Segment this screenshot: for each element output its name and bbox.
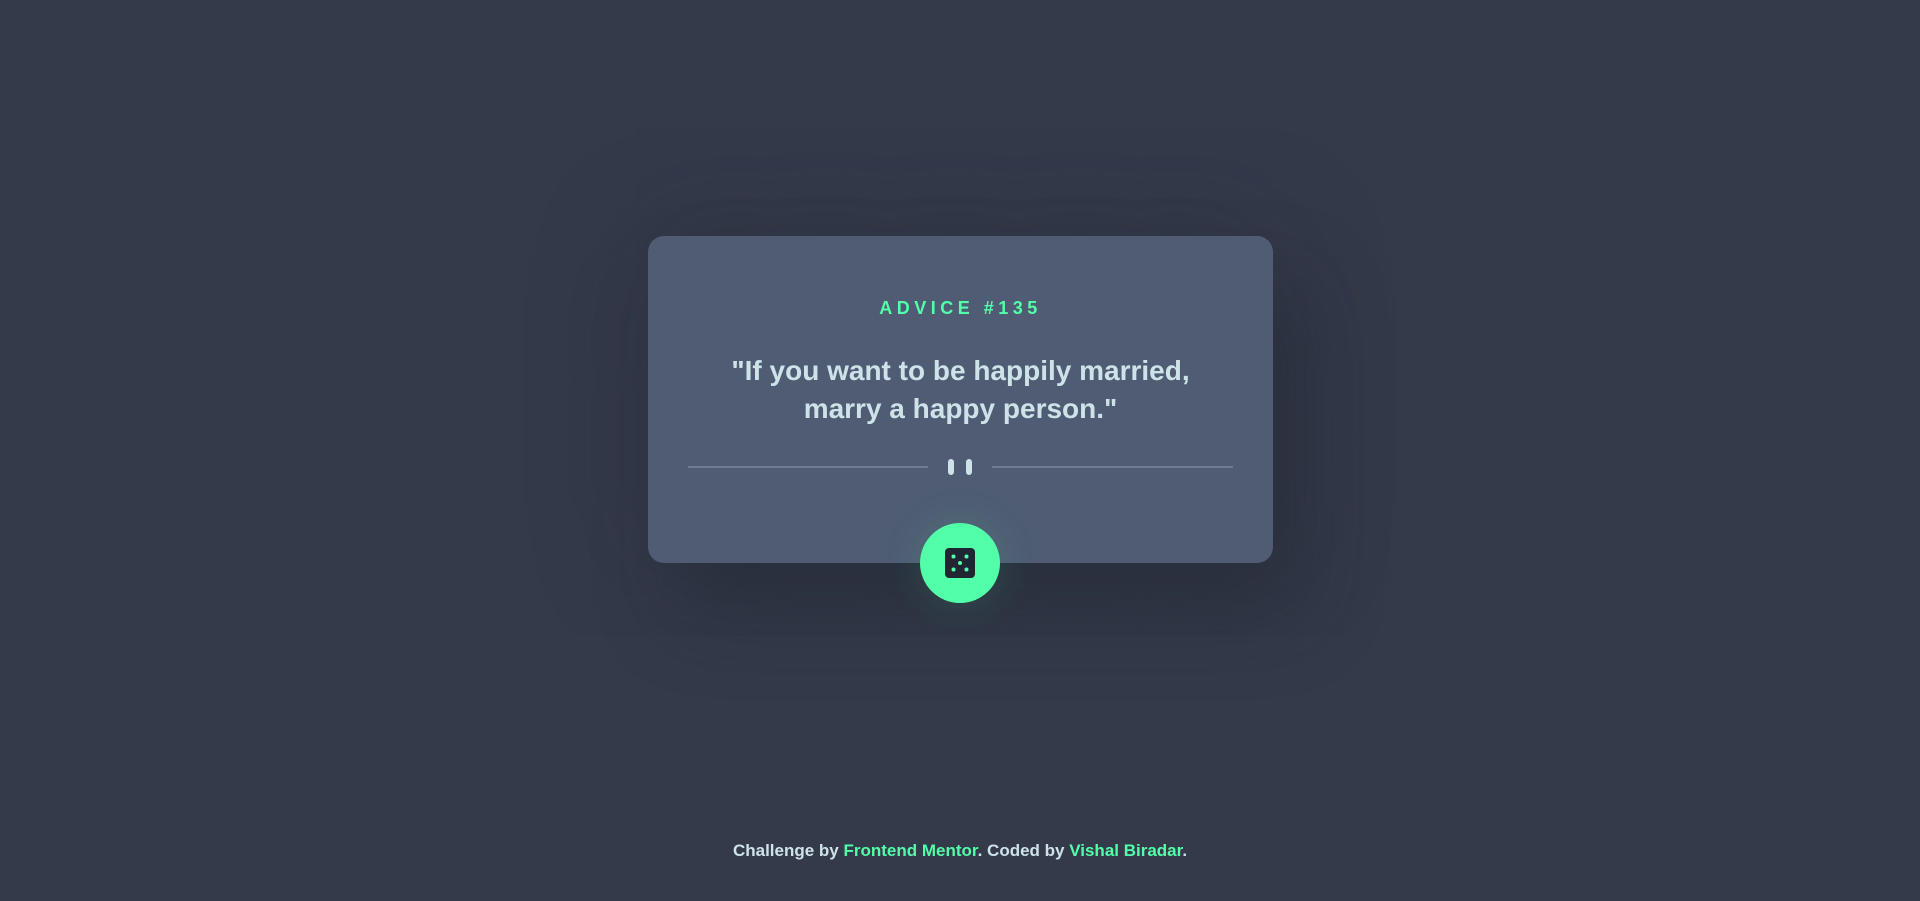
advice-quote-line-1: "If you want to be happily married, [731,355,1190,386]
author-link[interactable]: Vishal Biradar [1069,841,1182,860]
advice-card: ADVICE #135 "If you want to be happily m… [648,236,1273,563]
footer-middle: . Coded by [977,841,1070,860]
footer-prefix: Challenge by [732,841,844,860]
dice-icon [945,548,975,578]
footer-attribution: Challenge by Frontend Mentor. Coded by V… [0,841,1920,861]
advice-quote: "If you want to be happily married, marr… [708,352,1213,428]
footer-suffix: . [1182,841,1188,860]
pause-icon [948,459,972,475]
advice-id: ADVICE #135 [879,298,1042,318]
generate-advice-button[interactable] [920,523,1000,603]
frontend-mentor-link[interactable]: Frontend Mentor [843,841,977,860]
advice-quote-line-2: marry a happy person." [803,393,1118,424]
divider [688,459,1233,475]
